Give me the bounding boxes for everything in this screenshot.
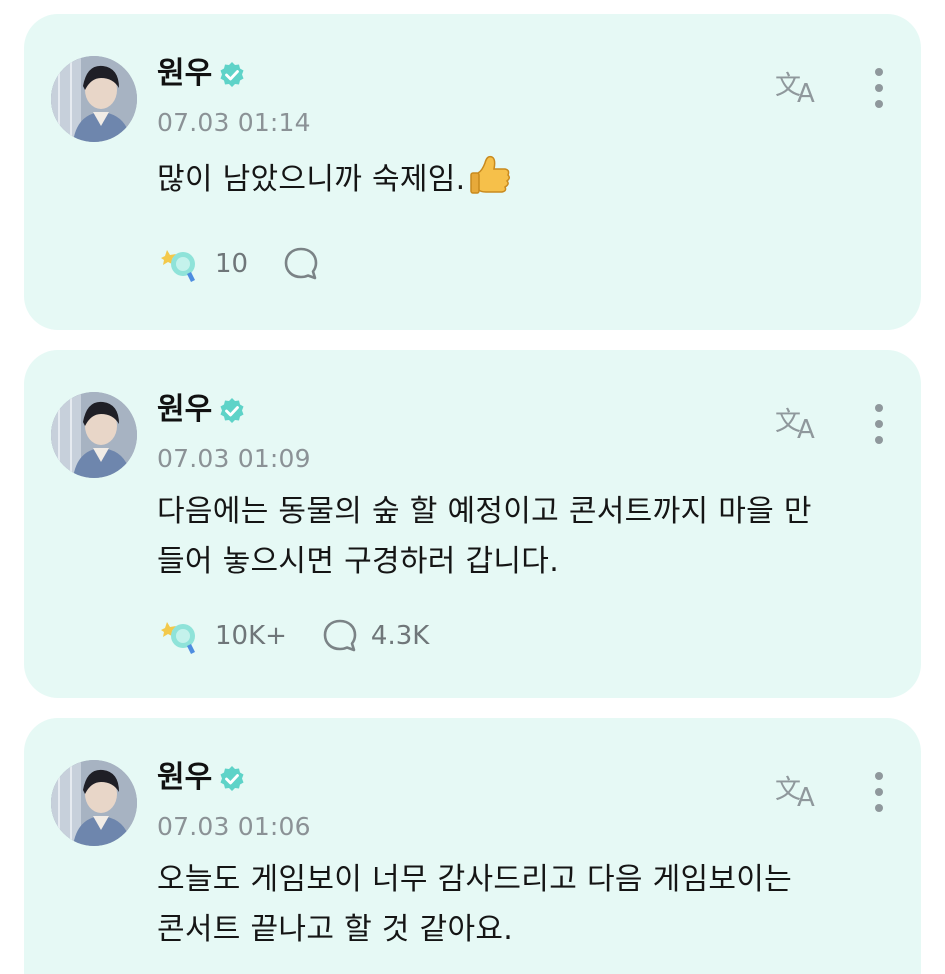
verified-badge-icon <box>218 764 246 792</box>
post-body-line: 다음에는 동물의 숲 할 예정이고 콘서트까지 마을 만 <box>157 494 812 529</box>
translate-icon[interactable]: 文 A <box>775 66 823 109</box>
post-body-line: 오늘도 게임보이 너무 감사드리고 다음 게임보이는 <box>157 862 793 897</box>
author-name[interactable]: 원우 <box>157 758 212 798</box>
svg-text:A: A <box>797 79 815 106</box>
svg-text:A: A <box>797 415 815 442</box>
author-name[interactable]: 원우 <box>157 390 212 430</box>
comment-count: 4.3K <box>370 621 430 651</box>
post-body-line: 많이 남았으니까 숙제임. <box>157 151 897 205</box>
post-timestamp: 07.03 01:14 <box>157 108 311 137</box>
comment-bubble-icon[interactable] <box>282 245 320 283</box>
reaction-light-stick-icon[interactable] <box>157 244 201 284</box>
avatar[interactable] <box>51 392 137 478</box>
more-vertical-icon[interactable] <box>867 770 891 814</box>
more-vertical-icon[interactable] <box>867 66 891 110</box>
post-body: 다음에는 동물의 숲 할 예정이고 콘서트까지 마을 만 들어 놓으시면 구경하… <box>157 487 897 587</box>
author-name-row: 원우 <box>157 54 246 94</box>
author-name-row: 원우 <box>157 758 246 798</box>
reaction-count: 10 <box>215 249 249 279</box>
reaction-count: 10K+ <box>215 621 287 651</box>
verified-badge-icon <box>218 396 246 424</box>
post-body: 오늘도 게임보이 너무 감사드리고 다음 게임보이는 콘서트 끝나고 할 것 같… <box>157 855 897 955</box>
author-name-row: 원우 <box>157 390 246 430</box>
author-name[interactable]: 원우 <box>157 54 212 94</box>
post-timestamp: 07.03 01:06 <box>157 812 311 841</box>
post-actions: 10 <box>157 244 320 284</box>
avatar[interactable] <box>51 760 137 846</box>
post-card[interactable]: 원우 07.03 01:14 文 A 많이 남았으니까 숙제임. 10 <box>24 14 921 330</box>
thumbs-up-emoji-icon <box>468 151 512 197</box>
post-timestamp: 07.03 01:09 <box>157 444 311 473</box>
verified-badge-icon <box>218 60 246 88</box>
avatar[interactable] <box>51 56 137 142</box>
translate-icon[interactable]: 文 A <box>775 770 823 813</box>
post-actions: 10K+ 4.3K <box>157 616 429 656</box>
post-card[interactable]: 원우 07.03 01:06 文 A 오늘도 게임보이 너무 감사드리고 다음 … <box>24 718 921 974</box>
reaction-light-stick-icon[interactable] <box>157 616 201 656</box>
comment-bubble-icon[interactable] <box>321 617 359 655</box>
svg-text:A: A <box>797 783 815 810</box>
post-body-line: 콘서트 끝나고 할 것 같아요. <box>157 912 514 947</box>
post-card[interactable]: 원우 07.03 01:09 文 A 다음에는 동물의 숲 할 예정이고 콘서트… <box>24 350 921 698</box>
post-body: 많이 남았으니까 숙제임. <box>157 151 897 205</box>
post-body-line: 들어 놓으시면 구경하러 갑니다. <box>157 544 560 579</box>
translate-icon[interactable]: 文 A <box>775 402 823 445</box>
more-vertical-icon[interactable] <box>867 402 891 446</box>
